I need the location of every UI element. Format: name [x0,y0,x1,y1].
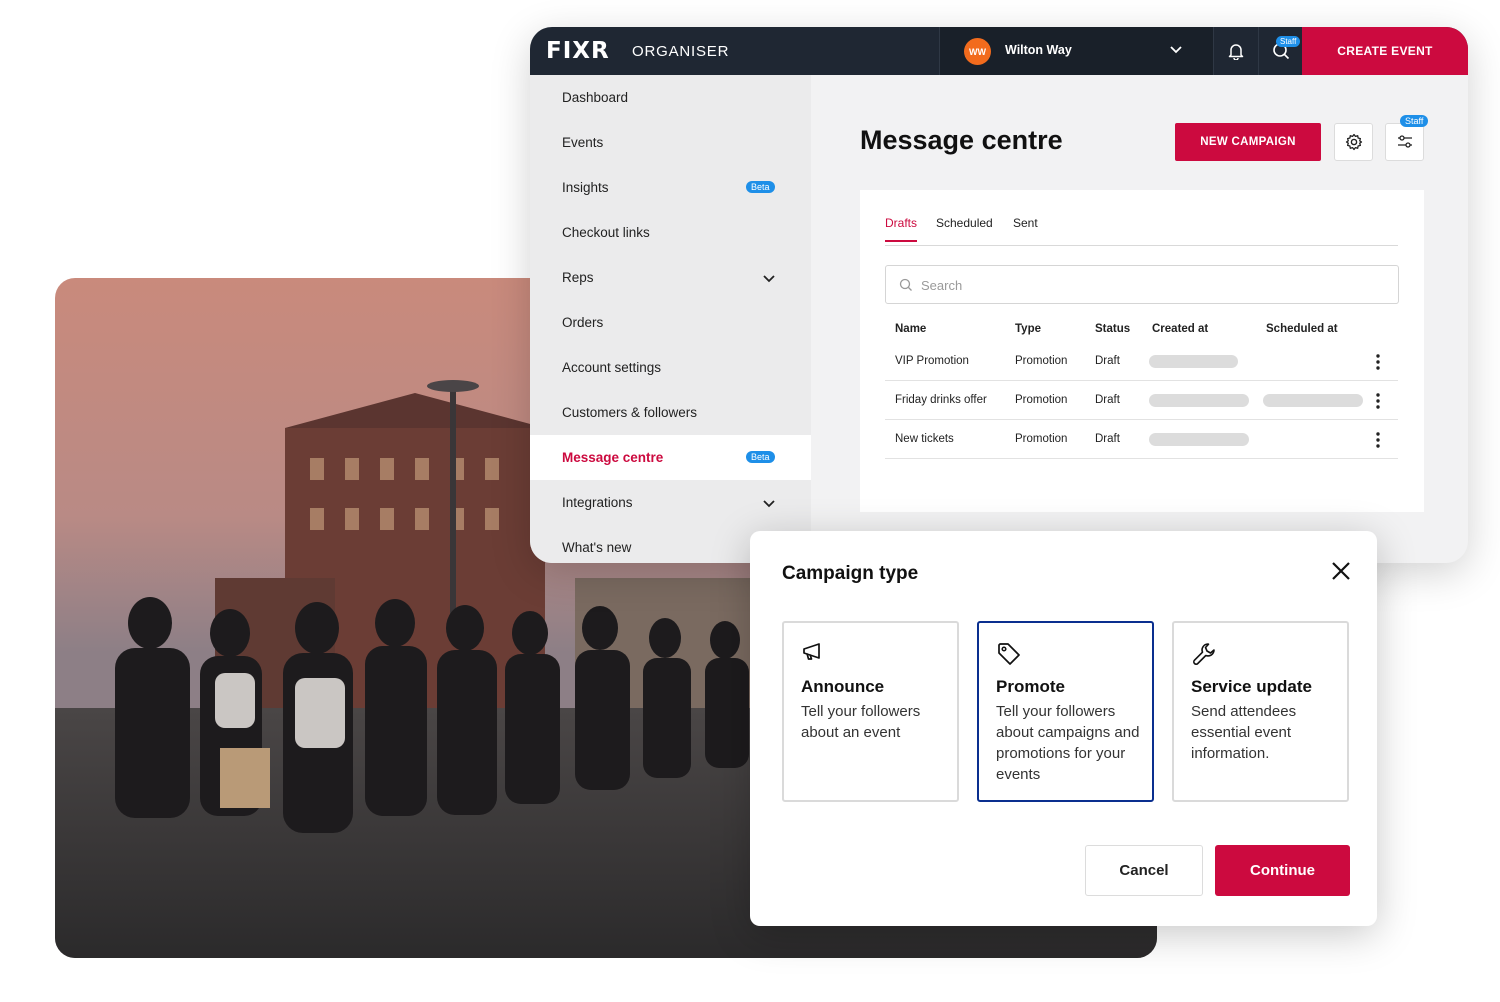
staff-badge: Staff [1276,36,1301,47]
tab-scheduled[interactable]: Scheduled [936,216,993,240]
fixr-logo[interactable]: FIXR [546,38,610,64]
sidebar-item-label: Customers & followers [562,405,698,420]
option-description: Tell your followers about campaigns and … [996,703,1140,783]
sidebar-item-account-settings[interactable]: Account settings [530,345,811,390]
settings-button[interactable] [1334,123,1373,161]
sidebar-item-insights[interactable]: Insights Beta [530,165,811,210]
sidebar-item-label: Reps [562,270,594,285]
staff-badge: Staff [1400,115,1429,127]
loading-placeholder [1149,394,1249,407]
table-row[interactable]: VIP Promotion Promotion Draft [885,342,1398,381]
beta-badge: Beta [746,451,775,463]
sidebar: Dashboard Events Insights Beta Checkout l… [530,75,811,563]
column-header-scheduled-at[interactable]: Scheduled at [1266,323,1338,335]
gear-icon [1345,133,1362,151]
sidebar-item-message-centre[interactable]: Message centre Beta [530,435,811,480]
tab-sent[interactable]: Sent [1013,216,1038,240]
cell-name: Friday drinks offer [895,394,987,406]
sidebar-item-label: Insights [562,180,609,195]
beta-badge: Beta [746,181,775,193]
campaign-search [885,265,1399,304]
top-navigation-bar: FIXR ORGANISER WW Wilton Way Staff CREAT… [530,27,1468,75]
sidebar-item-reps[interactable]: Reps [530,255,811,300]
chevron-down-icon [763,500,775,508]
cell-status: Draft [1095,394,1120,406]
more-options-icon[interactable] [1376,354,1380,370]
create-event-button[interactable]: CREATE EVENT [1302,27,1468,75]
option-title: Promote [996,677,1065,696]
cell-type: Promotion [1015,355,1068,367]
sidebar-item-label: Message centre [562,450,664,465]
sidebar-item-label: Checkout links [562,225,650,240]
global-search-button[interactable]: Staff [1258,27,1302,75]
sidebar-item-customers-followers[interactable]: Customers & followers [530,390,811,435]
new-campaign-button[interactable]: NEW CAMPAIGN [1175,123,1321,161]
cell-name: VIP Promotion [895,355,969,367]
account-avatar: WW [964,38,991,65]
table-row[interactable]: New tickets Promotion Draft [885,420,1398,459]
cell-status: Draft [1095,355,1120,367]
cell-name: New tickets [895,433,954,445]
sidebar-item-label: Orders [562,315,604,330]
option-description: Tell your followers about an event [801,703,921,741]
sidebar-item-label: Dashboard [562,90,629,105]
more-options-icon[interactable] [1376,432,1380,448]
option-title: Announce [801,677,885,696]
column-header-status[interactable]: Status [1095,323,1130,335]
wrench-icon [1193,643,1215,665]
sidebar-item-label: What's new [562,540,632,555]
page-title: Message centre [860,125,1063,155]
main-content: Message centre NEW CAMPAIGN Staff Drafts… [811,75,1468,563]
loading-placeholder [1263,394,1363,407]
tab-drafts[interactable]: Drafts [885,216,918,242]
organiser-app-window: FIXR ORGANISER WW Wilton Way Staff CREAT… [530,27,1468,563]
column-header-created-at[interactable]: Created at [1152,323,1208,335]
account-switcher[interactable]: WW Wilton Way [939,27,1213,75]
loading-placeholder [1149,433,1249,446]
chevron-down-icon [1170,46,1182,54]
sidebar-item-label: Account settings [562,360,662,375]
tag-icon [998,643,1020,665]
option-announce[interactable]: Announce Tell your followers about an ev… [782,621,959,802]
filter-button[interactable]: Staff [1385,115,1429,161]
option-title: Service update [1191,677,1312,696]
megaphone-icon [803,643,820,660]
close-icon[interactable] [1330,560,1352,582]
chevron-down-icon [763,275,775,283]
search-icon [899,278,912,291]
sidebar-item-checkout-links[interactable]: Checkout links [530,210,811,255]
search-input[interactable] [921,275,1381,295]
cell-type: Promotion [1015,433,1068,445]
dialog-title: Campaign type [782,563,919,584]
option-service-update[interactable]: Service update Send attendees essential … [1172,621,1349,802]
sliders-icon [1397,135,1412,148]
continue-button[interactable]: Continue [1215,845,1350,896]
column-header-type[interactable]: Type [1015,323,1041,335]
option-description: Send attendees essential event informati… [1191,703,1297,762]
sidebar-item-label: Events [562,135,604,150]
cell-type: Promotion [1015,394,1068,406]
campaign-tabs: Drafts Scheduled Sent [885,216,1398,246]
campaign-type-dialog: Campaign type Announce Tell your followe… [750,531,1377,926]
notifications-button[interactable] [1213,27,1257,75]
sidebar-item-label: Integrations [562,495,633,510]
cancel-button[interactable]: Cancel [1085,845,1203,896]
cell-status: Draft [1095,433,1120,445]
option-promote[interactable]: Promote Tell your followers about campai… [977,621,1154,802]
campaigns-card: Drafts Scheduled Sent Name Type Status C… [860,190,1424,512]
organiser-label: ORGANISER [632,43,730,60]
loading-placeholder [1149,355,1238,368]
sidebar-item-orders[interactable]: Orders [530,300,811,345]
bell-icon [1228,44,1243,60]
table-row[interactable]: Friday drinks offer Promotion Draft [885,381,1398,420]
column-header-name[interactable]: Name [895,323,926,335]
sidebar-item-events[interactable]: Events [530,120,811,165]
sidebar-item-integrations[interactable]: Integrations [530,480,811,525]
account-name: Wilton Way [1005,43,1072,57]
sidebar-item-dashboard[interactable]: Dashboard [530,75,811,120]
more-options-icon[interactable] [1376,393,1380,409]
